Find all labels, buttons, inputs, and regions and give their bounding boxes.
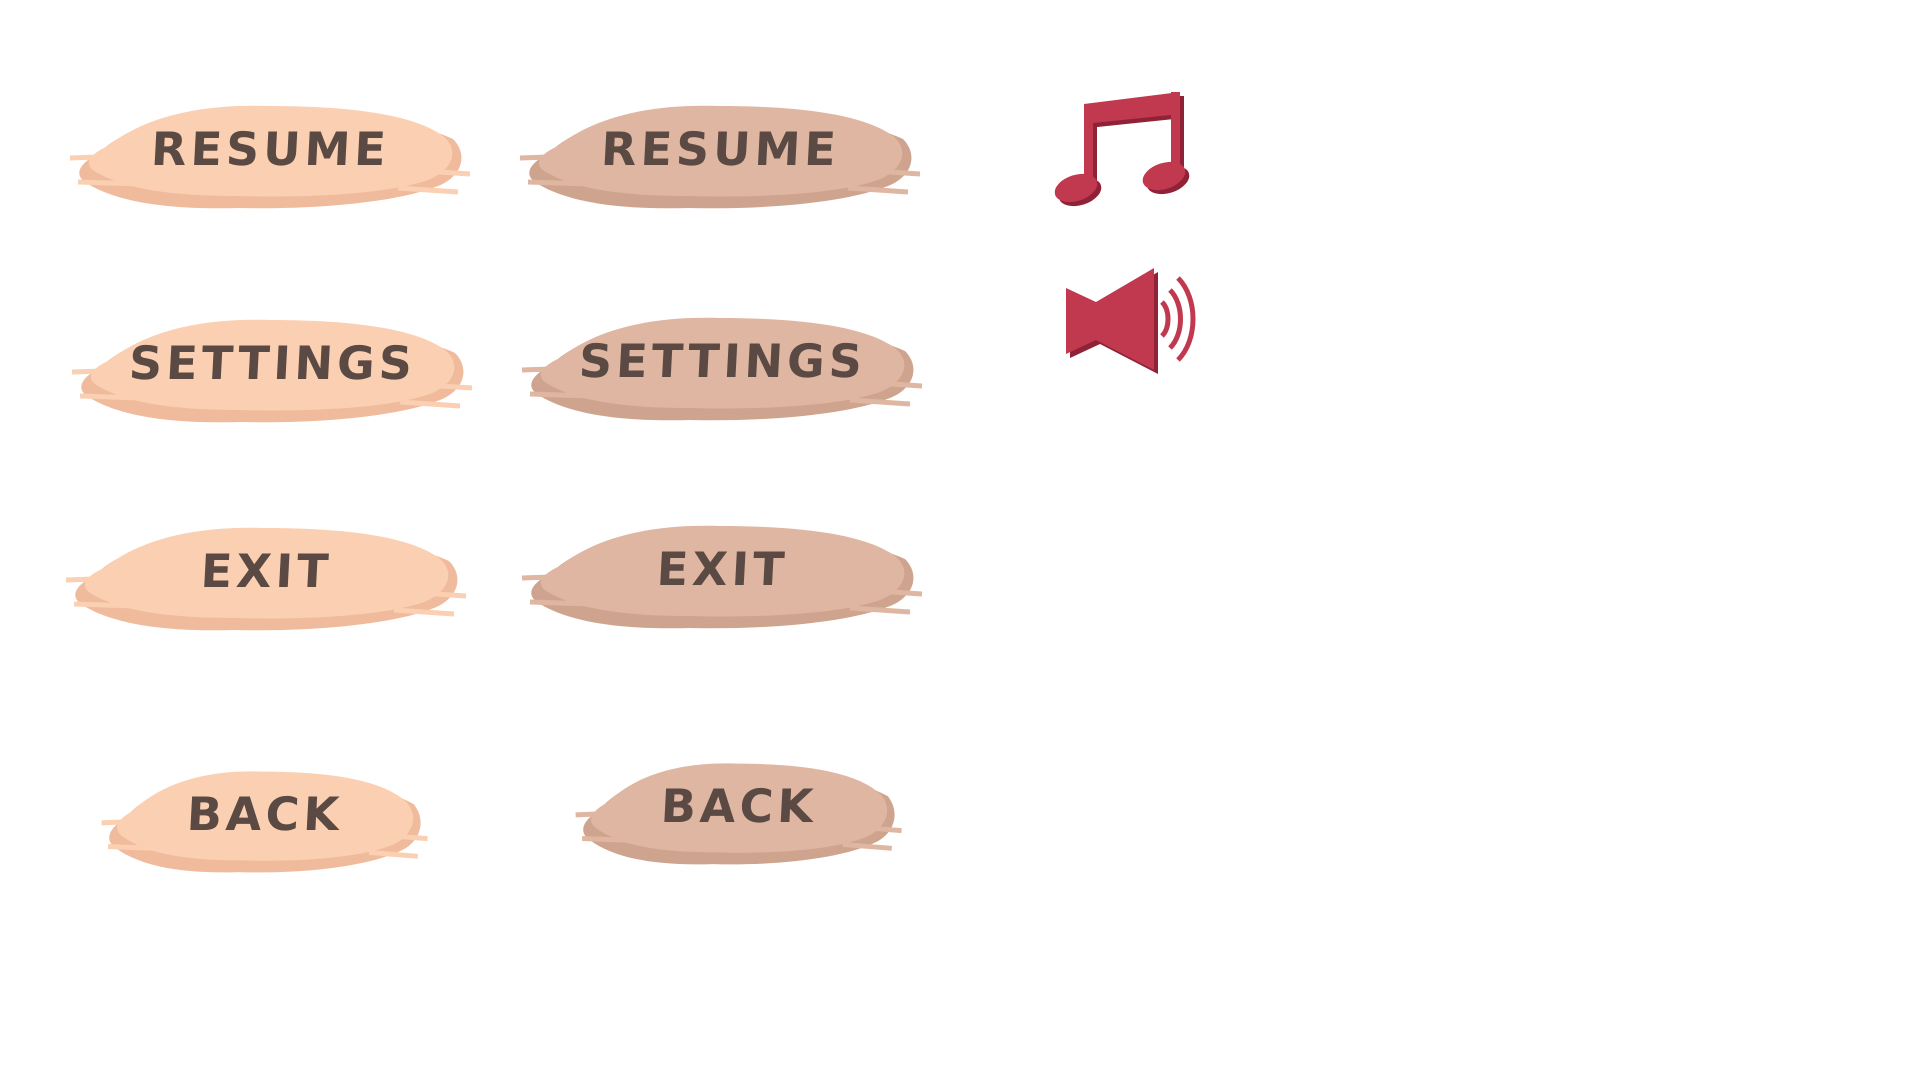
settings-button[interactable]: SETTINGS (70, 298, 475, 428)
exit-label: EXIT (199, 544, 334, 598)
settings-label: SETTINGS (127, 336, 418, 390)
resume-button[interactable]: RESUME (68, 84, 473, 214)
back-button-hover[interactable]: BACK (574, 742, 904, 870)
back-button[interactable]: BACK (100, 750, 430, 878)
resume-button-hover[interactable]: RESUME (518, 84, 923, 214)
asset-sheet: RESUME RESUME SETTINGS SETTINGS EXIT EXI… (0, 0, 1920, 1080)
resume-label: RESUME (149, 122, 392, 176)
back-label: BACK (185, 787, 345, 841)
settings-button-hover[interactable]: SETTINGS (520, 296, 925, 426)
music-note-icon-graphic (1054, 92, 1190, 207)
music-note-icon[interactable] (1054, 88, 1190, 210)
exit-button-hover[interactable]: EXIT (520, 504, 925, 634)
exit-label: EXIT (655, 542, 790, 596)
back-label: BACK (659, 779, 819, 833)
speaker-icon-graphic (1066, 268, 1196, 374)
settings-label: SETTINGS (577, 334, 868, 388)
exit-button[interactable]: EXIT (64, 506, 469, 636)
resume-label: RESUME (599, 122, 842, 176)
speaker-icon[interactable] (1066, 266, 1204, 376)
